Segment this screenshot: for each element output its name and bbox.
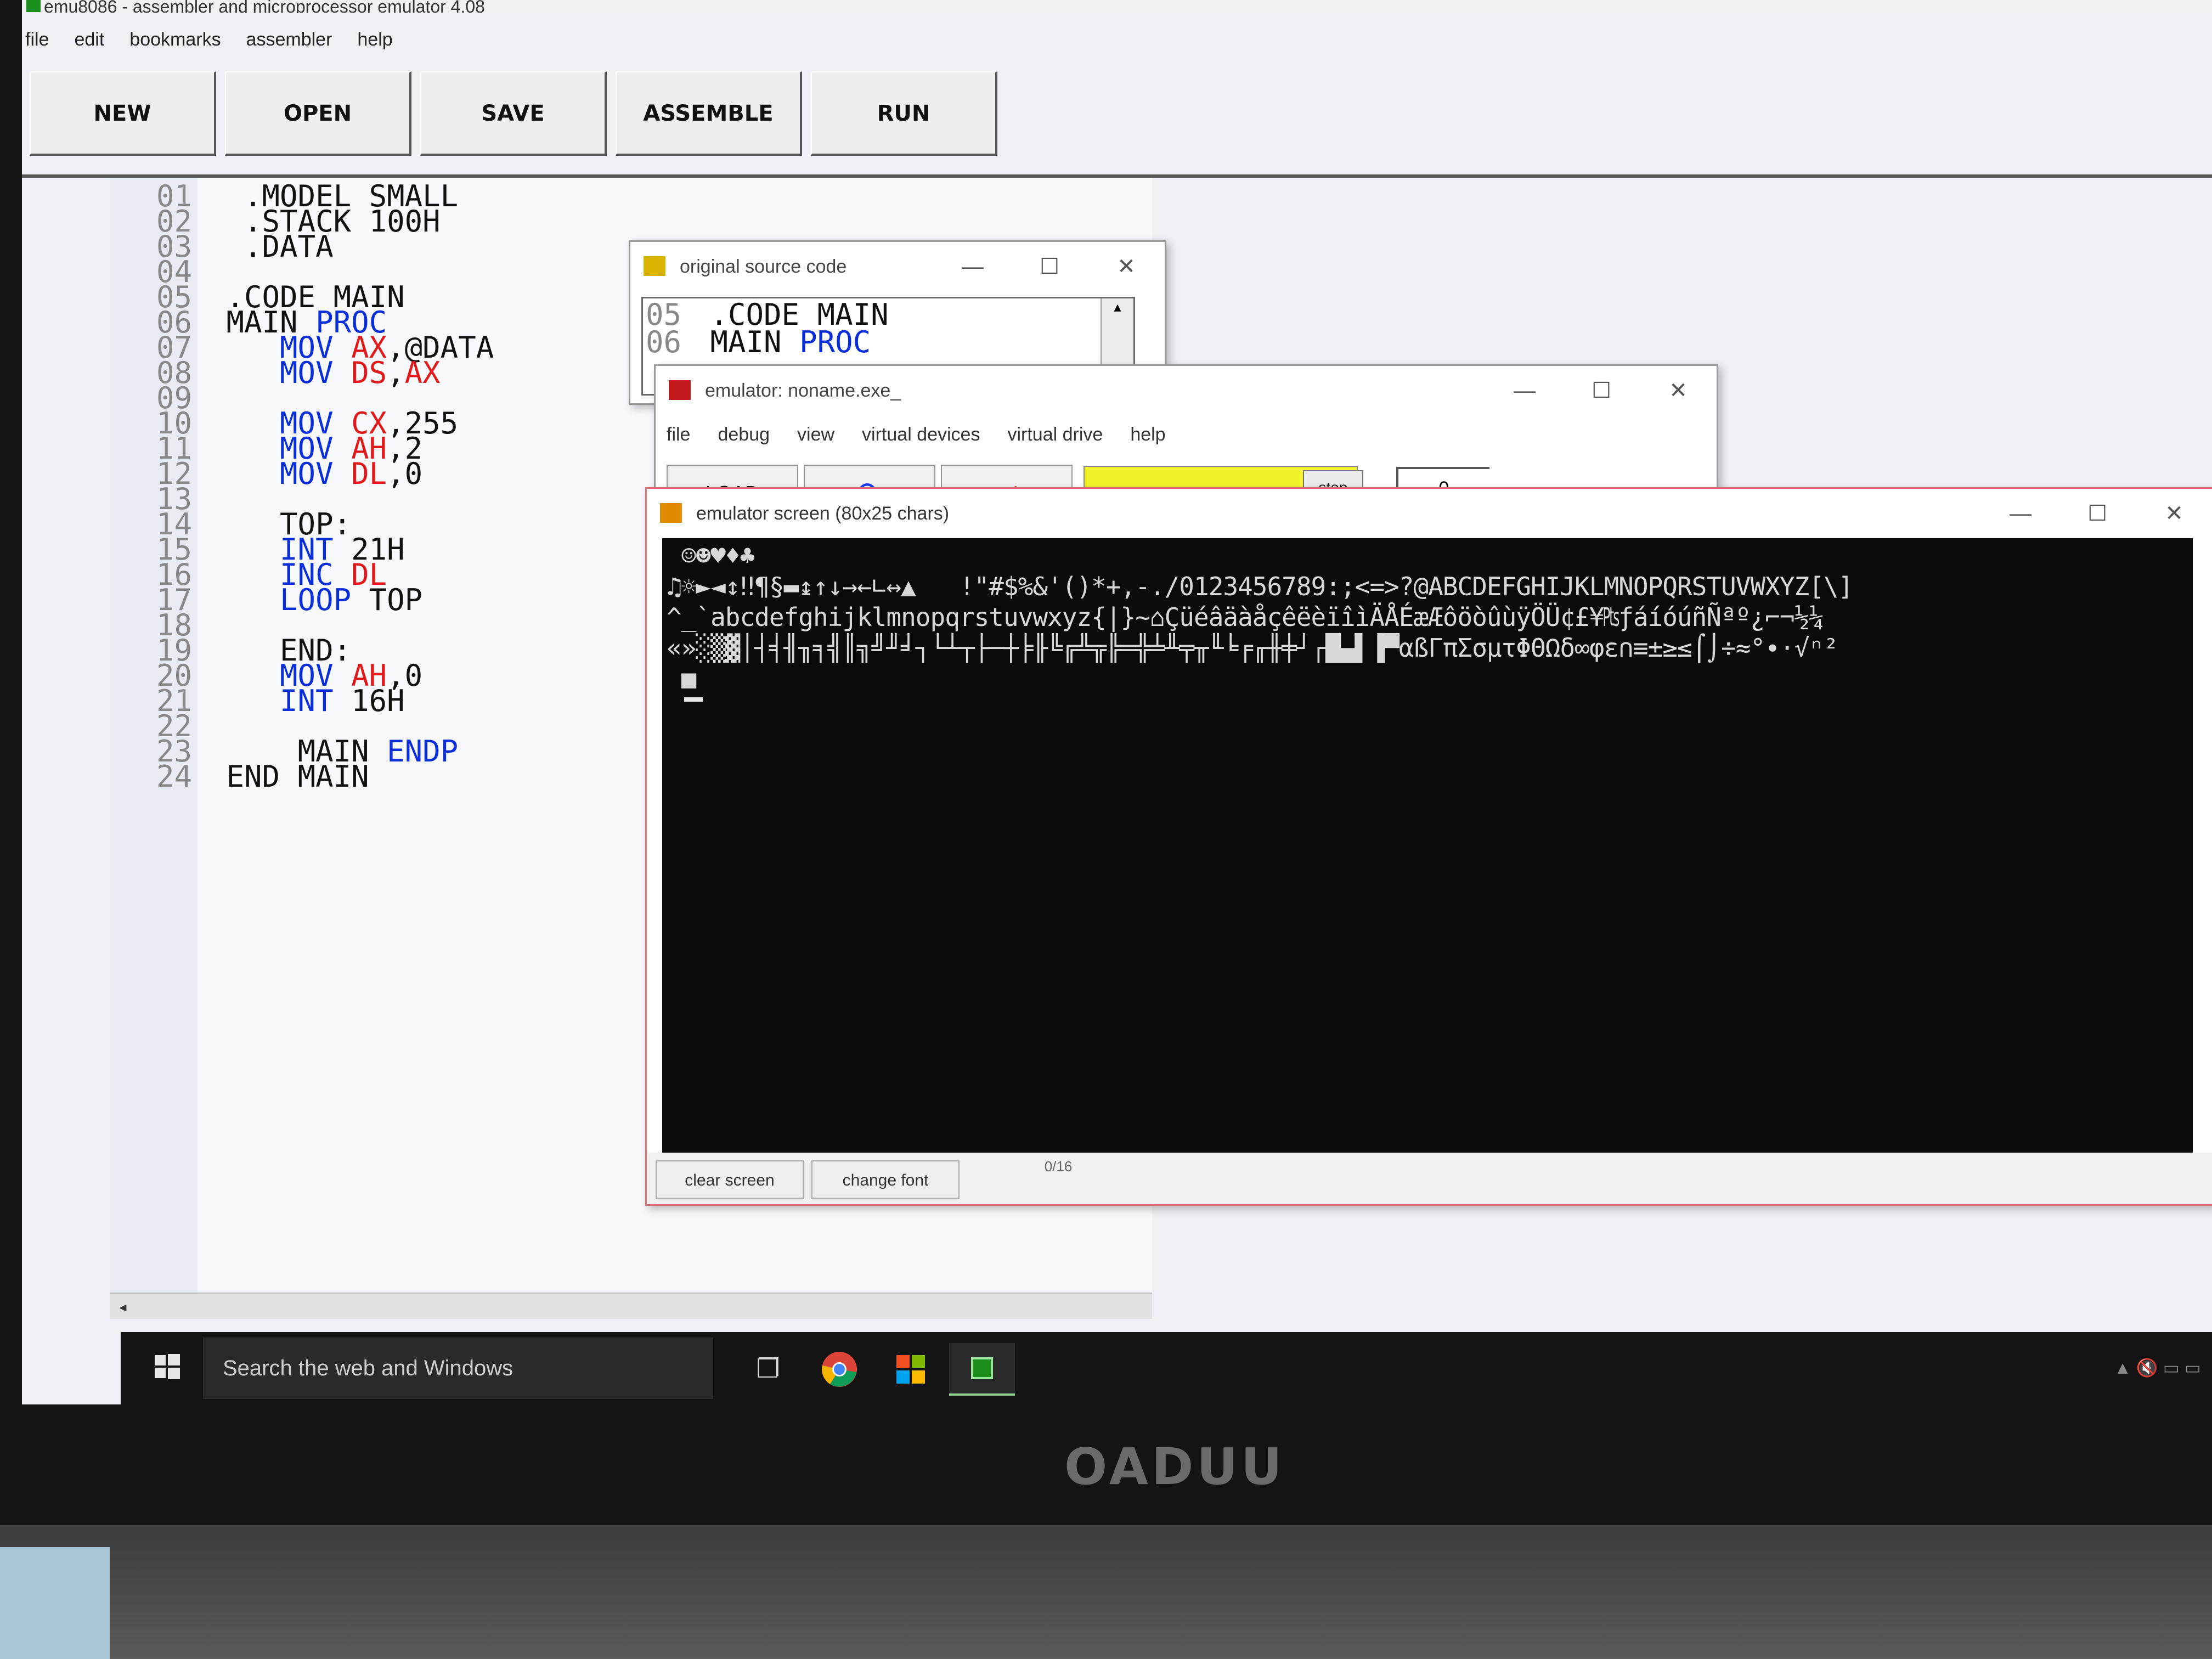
emu-menu-file[interactable]: file xyxy=(667,415,690,454)
editor-horizontal-scrollbar[interactable]: ◂ xyxy=(110,1293,1152,1319)
code-line[interactable]: LOOP TOP xyxy=(208,585,422,615)
page-indicator: 0/16 xyxy=(1044,1158,1073,1175)
maximize-icon[interactable]: ☐ xyxy=(1563,366,1640,415)
save-button[interactable]: SAVE xyxy=(420,71,607,156)
store-icon[interactable] xyxy=(878,1343,944,1396)
system-tray[interactable]: ▲ 🔇 ▭ ▭ xyxy=(1971,1348,2212,1387)
emu8086-app-icon xyxy=(26,0,41,12)
close-icon[interactable]: ✕ xyxy=(1640,366,1717,415)
line-number: 05 xyxy=(645,297,681,332)
emu-menu-view[interactable]: view xyxy=(797,415,834,454)
main-toolbar: NEW OPEN SAVE ASSEMBLE RUN xyxy=(30,71,997,159)
close-icon[interactable]: ✕ xyxy=(2136,489,2212,538)
emulator-screen-window: emulator screen (80x25 chars) — ☐ ✕ ☺☻♥♦… xyxy=(645,487,2212,1206)
chrome-icon[interactable] xyxy=(806,1343,872,1396)
monitor-brand-logo: OADUU xyxy=(1064,1437,1285,1496)
taskbar-search-box[interactable]: Search the web and Windows xyxy=(203,1338,713,1399)
minimize-icon[interactable]: — xyxy=(1982,489,2059,538)
windows-taskbar: Search the web and Windows ❐ ▲ 🔇 ▭ ▭ xyxy=(121,1332,2212,1404)
scroll-up-arrow-icon[interactable]: ▴ xyxy=(1114,298,1121,315)
terminal-output[interactable]: ☺☻♥♦♣ ♫☼►◄↕‼¶§▬↨↑↓→←∟↔▲ !"#$%&'()*+,-./01… xyxy=(662,538,2193,1153)
emu-menu-virtual-devices[interactable]: virtual devices xyxy=(862,415,980,454)
emu-menu-virtual-drive[interactable]: virtual drive xyxy=(1007,415,1103,454)
emulator-menubar: file debug view virtual devices virtual … xyxy=(667,415,1166,454)
windows-start-icon[interactable] xyxy=(154,1353,181,1380)
menu-bookmarks[interactable]: bookmarks xyxy=(129,23,221,56)
desk-object xyxy=(0,1547,110,1659)
code-line[interactable]: .CODE MAIN xyxy=(692,300,889,330)
emulator-screen-icon xyxy=(660,503,682,523)
text-cursor xyxy=(684,697,703,702)
terminal-line: ■ xyxy=(667,664,697,693)
terminal-line: ☺☻♥♦♣ xyxy=(667,541,755,571)
task-view-icon[interactable]: ❐ xyxy=(735,1343,801,1396)
terminal-line: ♫☼►◄↕‼¶§▬↨↑↓→←∟↔▲ !"#$%&'()*+,-./0123456… xyxy=(667,572,1853,601)
menu-assembler[interactable]: assembler xyxy=(246,23,332,56)
emulator-window-icon xyxy=(669,380,691,400)
minimize-icon[interactable]: — xyxy=(1486,366,1563,415)
emulator-window-title: emulator: noname.exe_ xyxy=(705,380,901,401)
code-line[interactable]: INT 16H xyxy=(208,686,405,716)
code-line[interactable]: MOV DL,0 xyxy=(208,459,422,489)
change-font-button[interactable]: change font xyxy=(811,1160,960,1199)
close-icon[interactable]: ✕ xyxy=(1088,242,1165,291)
assemble-button[interactable]: ASSEMBLE xyxy=(616,71,802,156)
emulator-screen-title: emulator screen (80x25 chars) xyxy=(696,503,950,524)
source-window-title: original source code xyxy=(680,256,847,277)
monitor-screen: emu8086 - assembler and microprocessor e… xyxy=(22,0,2212,1404)
code-line[interactable]: MOV DS,AX xyxy=(208,358,441,388)
menu-help[interactable]: help xyxy=(357,23,392,56)
clear-screen-button[interactable]: clear screen xyxy=(656,1160,804,1199)
minimize-icon[interactable]: — xyxy=(934,242,1011,291)
scroll-left-arrow-icon[interactable]: ◂ xyxy=(110,1294,136,1320)
code-line[interactable]: .DATA xyxy=(208,232,334,262)
code-line[interactable]: END MAIN xyxy=(208,762,369,792)
terminal-line: «»░▒▓│┤╡╢╖╕╣║╗╝╜╛┐└┴┬├─┼╞╟╚╔╩╦╠═╬╧╨╤╥╙╘╒… xyxy=(667,633,1839,663)
source-window-icon xyxy=(644,256,665,276)
code-line[interactable]: MAIN PROC xyxy=(692,328,871,357)
line-number: 24 xyxy=(156,759,192,794)
emu-menu-debug[interactable]: debug xyxy=(718,415,770,454)
emu8086-taskbar-icon[interactable] xyxy=(949,1343,1015,1396)
line-number: 06 xyxy=(645,325,681,359)
desk xyxy=(0,1525,2212,1659)
emulator-screen-footer: clear screen change font 0/16 xyxy=(647,1153,2212,1204)
menu-edit[interactable]: edit xyxy=(74,23,104,56)
menu-file[interactable]: file xyxy=(25,23,49,56)
main-window-title: emu8086 - assembler and microprocessor e… xyxy=(44,0,485,13)
main-titlebar: emu8086 - assembler and microprocessor e… xyxy=(22,0,2212,13)
maximize-icon[interactable]: ☐ xyxy=(2059,489,2136,538)
open-button[interactable]: OPEN xyxy=(225,71,411,156)
main-menubar: file edit bookmarks assembler help xyxy=(22,23,393,56)
new-button[interactable]: NEW xyxy=(30,71,216,156)
emu-menu-help[interactable]: help xyxy=(1130,415,1165,454)
run-button[interactable]: RUN xyxy=(811,71,997,156)
maximize-icon[interactable]: ☐ xyxy=(1011,242,1088,291)
terminal-line: ^_`abcdefghijklmnopqrstuvwxyz{|}~⌂Çüéâäà… xyxy=(667,602,1824,632)
